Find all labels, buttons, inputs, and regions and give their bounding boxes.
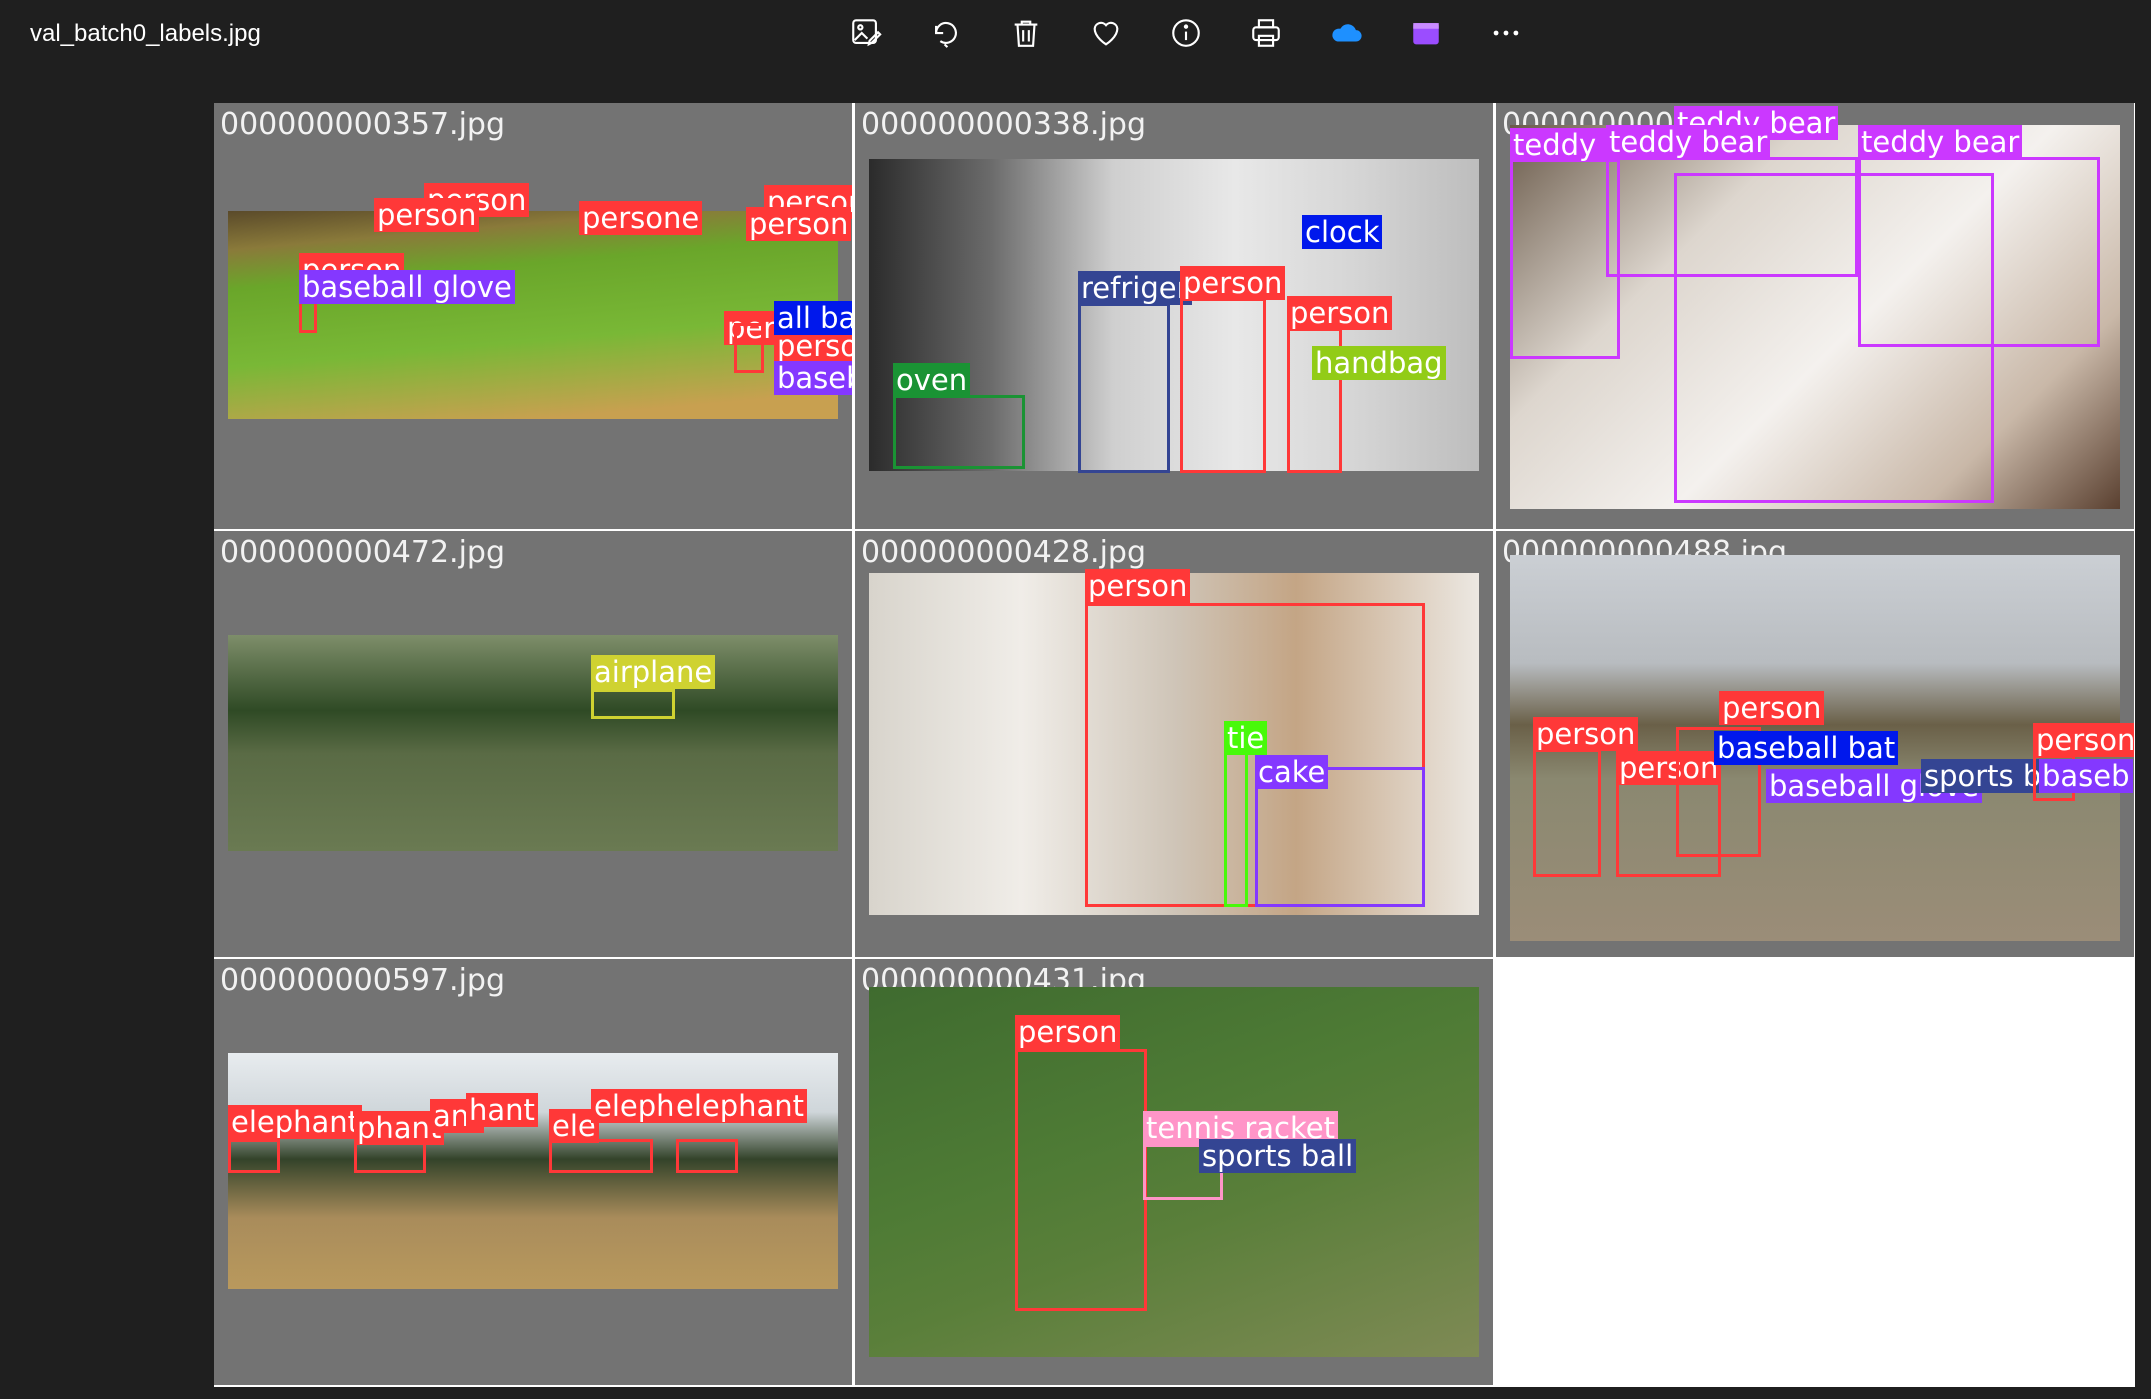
label-oven: oven [893,363,971,397]
tile-filename: 000000000472.jpg [220,535,505,570]
label-baseball-glove: baseball glove [299,270,515,304]
bbox-oven [893,395,1025,469]
label-cake: cake [1255,755,1329,789]
info-icon [1172,19,1200,47]
bbox-person [734,323,764,373]
bbox-person [1015,1049,1147,1311]
label-elephant: hant [466,1093,538,1127]
label-person: persone [579,201,703,235]
tile-000000000431: 000000000431.jpg person tennis racket sp… [855,959,1493,1385]
label-tie: tie [1224,721,1268,755]
clipchamp-button[interactable] [1386,10,1466,56]
tile-filename: 000000000338.jpg [861,107,1146,142]
label-person: person [1287,296,1393,330]
tile-000000000357: 000000000357.jpg person person person pe… [214,103,852,529]
label-person: person [746,207,852,241]
bbox-elephant [228,1139,280,1173]
label-elephant: elephant [228,1105,363,1139]
label-person: person [2033,723,2134,757]
label-airplane: airplane [591,655,716,689]
tile-teddy-bears: 000000000 teddy bear teddy t teddy bear … [1496,103,2134,529]
label-baseball: baseball [774,361,852,395]
label-person: person [374,198,480,232]
label-clock: clock [1302,215,1383,249]
tile-filename: 000000000597.jpg [220,963,505,998]
edit-image-icon [852,19,882,47]
tile-000000000428: 000000000428.jpg person tie cake [855,531,1493,957]
bbox-airplane [591,689,675,719]
edit-image-button[interactable] [826,10,906,56]
label-baseball: baseb [2039,759,2133,793]
delete-button[interactable] [986,10,1066,56]
label-elephant: eleph [591,1089,678,1123]
tile-filename: 000000000428.jpg [861,535,1146,570]
lake-photo [228,635,838,851]
more-icon [1493,30,1519,36]
info-button[interactable] [1146,10,1226,56]
label-teddy-bear: teddy t [1510,128,1620,162]
tile-filename: 000000000357.jpg [220,107,505,142]
tile-000000000488: 000000000488.jpg person person person ba… [1496,531,2134,957]
label-handbag: handbag [1312,346,1446,380]
favorite-icon [1093,21,1119,46]
bbox-person [1180,298,1266,473]
favorite-button[interactable] [1066,10,1146,56]
print-button[interactable] [1226,10,1306,56]
label-baseball-bat: baseball bat [1714,731,1899,765]
label-person: person [1015,1015,1121,1049]
label-baseball-bat: all bat [774,301,852,335]
bbox-person [1533,749,1601,877]
bbox-tie [1224,737,1248,907]
bbox-teddy-bear [1606,157,1858,277]
label-refrigerator: refriger [1078,271,1192,305]
more-button[interactable] [1466,10,1546,56]
label-sports-ball: sports ball [1199,1139,1357,1173]
tile-000000000597: 000000000597.jpg elephant phant ant hant… [214,959,852,1385]
window-title: val_batch0_labels.jpg [30,20,261,47]
tile-000000000338: 000000000338.jpg clock refriger person p… [855,103,1493,529]
label-person: person [1533,717,1639,751]
onedrive-icon [1332,24,1362,42]
tile-000000000472: 000000000472.jpg airplane [214,531,852,957]
print-icon [1252,19,1280,47]
label-sports-ball: sports b [1921,759,2045,793]
bbox-teddy-bear [1510,149,1620,359]
clipchamp-icon [1413,23,1439,45]
tile-empty [1496,959,2134,1385]
bbox-elephant [549,1139,653,1173]
image-viewer[interactable]: 000000000357.jpg person person person pe… [214,103,2135,1387]
bbox-refrigerator [1078,303,1170,473]
label-teddy-bear: teddy bear [1606,125,1771,159]
delete-icon [1014,20,1038,47]
toolbar [826,10,1546,56]
label-person: person [1719,691,1825,725]
rotate-icon [935,21,957,48]
label-person: person [1085,569,1191,603]
rotate-button[interactable] [906,10,986,56]
label-elephant: elephant [673,1089,808,1123]
label-person: person [1180,266,1286,300]
onedrive-button[interactable] [1306,10,1386,56]
bbox-teddy-bear [1858,157,2100,347]
bbox-elephant [676,1139,738,1173]
title-bar: val_batch0_labels.jpg [0,0,2151,70]
label-teddy-bear: teddy bear [1858,125,2023,159]
